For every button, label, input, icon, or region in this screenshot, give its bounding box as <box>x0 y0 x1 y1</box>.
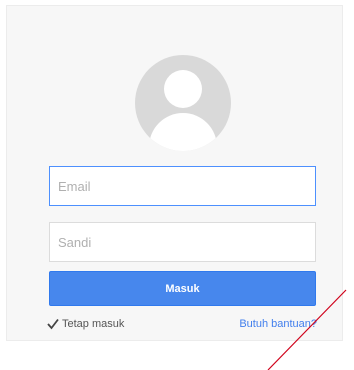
avatar <box>135 55 231 151</box>
email-field[interactable] <box>49 166 316 206</box>
avatar-head-icon <box>164 70 202 108</box>
sign-in-button[interactable]: Masuk <box>49 271 316 306</box>
stay-signed-in-label: Tetap masuk <box>62 318 125 330</box>
avatar-body-icon <box>149 113 217 151</box>
checkmark-icon <box>47 318 59 330</box>
help-link[interactable]: Butuh bantuan? <box>239 318 317 330</box>
stay-signed-in-checkbox[interactable]: Tetap masuk <box>47 318 124 330</box>
password-field[interactable] <box>49 222 316 262</box>
